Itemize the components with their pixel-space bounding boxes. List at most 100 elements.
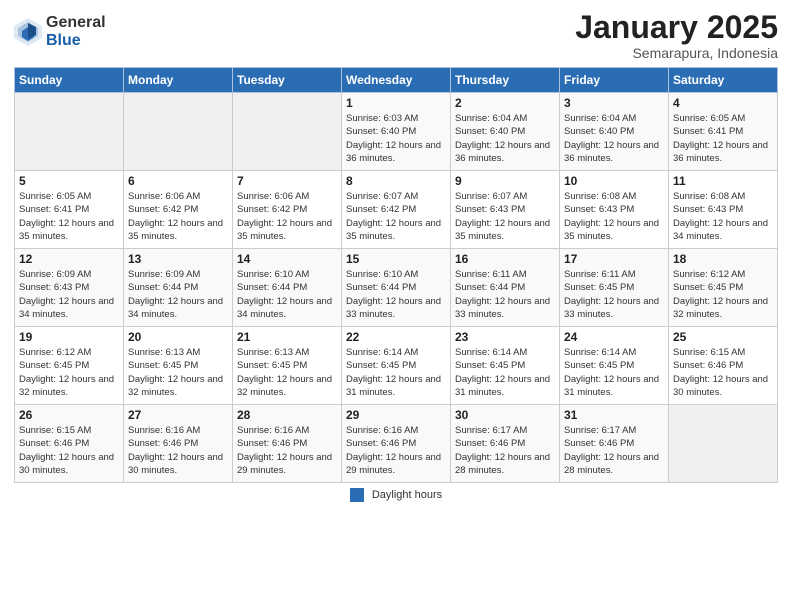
day-cell: 14Sunrise: 6:10 AM Sunset: 6:44 PM Dayli…: [233, 249, 342, 327]
day-cell: 22 Sunrise: 6:14 AM Sunset: 6:45 PM Dayli…: [342, 327, 451, 405]
day-number: 15: [346, 252, 446, 266]
top-area: General Blue January 2025 Semarapura, In…: [14, 10, 778, 61]
day-number: 1: [346, 96, 446, 110]
day-number: 29: [346, 408, 446, 422]
day-cell: 16Sunrise: 6:11 AM Sunset: 6:44 PM Dayli…: [451, 249, 560, 327]
day-cell: 20 Sunrise: 6:13 AM Sunset: 6:45 PM Dayli…: [124, 327, 233, 405]
day-info: Sunrise: 6:11 AM Sunset: 6:44 PM Dayligh…: [455, 268, 555, 321]
week-row-4: 26 Sunrise: 6:15 AM Sunset: 6:46 PM Dayli…: [15, 405, 778, 483]
title-area: January 2025 Semarapura, Indonesia: [575, 10, 778, 61]
week-row-1: 5 Sunrise: 6:05 AM Sunset: 6:41 PM Daylig…: [15, 171, 778, 249]
day-number: 8: [346, 174, 446, 188]
day-number: 22: [346, 330, 446, 344]
day-number: 13: [128, 252, 228, 266]
day-cell: 5 Sunrise: 6:05 AM Sunset: 6:41 PM Daylig…: [15, 171, 124, 249]
day-info: Sunrise: 6:14 AM Sunset: 6:45 PM Dayligh…: [346, 346, 446, 399]
day-number: 20: [128, 330, 228, 344]
week-row-0: 1 Sunrise: 6:03 AM Sunset: 6:40 PM Daylig…: [15, 93, 778, 171]
day-info: Sunrise: 6:15 AM Sunset: 6:46 PM Dayligh…: [673, 346, 773, 399]
logo-blue-text: Blue: [46, 32, 106, 50]
day-number: 7: [237, 174, 337, 188]
month-title: January 2025: [575, 10, 778, 45]
day-info: Sunrise: 6:08 AM Sunset: 6:43 PM Dayligh…: [564, 190, 664, 243]
day-info: Sunrise: 6:17 AM Sunset: 6:46 PM Dayligh…: [564, 424, 664, 477]
day-info: Sunrise: 6:14 AM Sunset: 6:45 PM Dayligh…: [455, 346, 555, 399]
logo-general-text: General: [46, 14, 106, 32]
day-cell: 2 Sunrise: 6:04 AM Sunset: 6:40 PM Daylig…: [451, 93, 560, 171]
day-cell: 30Sunrise: 6:17 AM Sunset: 6:46 PM Dayli…: [451, 405, 560, 483]
day-info: Sunrise: 6:11 AM Sunset: 6:45 PM Dayligh…: [564, 268, 664, 321]
day-info: Sunrise: 6:16 AM Sunset: 6:46 PM Dayligh…: [346, 424, 446, 477]
day-number: 11: [673, 174, 773, 188]
day-info: Sunrise: 6:05 AM Sunset: 6:41 PM Dayligh…: [19, 190, 119, 243]
day-info: Sunrise: 6:03 AM Sunset: 6:40 PM Dayligh…: [346, 112, 446, 165]
day-number: 5: [19, 174, 119, 188]
day-cell: 17 Sunrise: 6:11 AM Sunset: 6:45 PM Dayli…: [560, 249, 669, 327]
day-cell: 11 Sunrise: 6:08 AM Sunset: 6:43 PM Dayli…: [669, 171, 778, 249]
day-cell: 8 Sunrise: 6:07 AM Sunset: 6:42 PM Daylig…: [342, 171, 451, 249]
day-number: 12: [19, 252, 119, 266]
header-row: SundayMondayTuesdayWednesdayThursdayFrid…: [15, 68, 778, 93]
day-info: Sunrise: 6:04 AM Sunset: 6:40 PM Dayligh…: [455, 112, 555, 165]
day-number: 28: [237, 408, 337, 422]
day-info: Sunrise: 6:07 AM Sunset: 6:42 PM Dayligh…: [346, 190, 446, 243]
page: General Blue January 2025 Semarapura, In…: [0, 0, 792, 612]
day-cell: [669, 405, 778, 483]
day-info: Sunrise: 6:15 AM Sunset: 6:46 PM Dayligh…: [19, 424, 119, 477]
day-number: 4: [673, 96, 773, 110]
day-info: Sunrise: 6:06 AM Sunset: 6:42 PM Dayligh…: [237, 190, 337, 243]
day-cell: 13Sunrise: 6:09 AM Sunset: 6:44 PM Dayli…: [124, 249, 233, 327]
day-number: 19: [19, 330, 119, 344]
day-info: Sunrise: 6:08 AM Sunset: 6:43 PM Dayligh…: [673, 190, 773, 243]
day-number: 26: [19, 408, 119, 422]
day-info: Sunrise: 6:05 AM Sunset: 6:41 PM Dayligh…: [673, 112, 773, 165]
day-info: Sunrise: 6:13 AM Sunset: 6:45 PM Dayligh…: [128, 346, 228, 399]
calendar-table: SundayMondayTuesdayWednesdayThursdayFrid…: [14, 67, 778, 483]
day-cell: [124, 93, 233, 171]
day-number: 30: [455, 408, 555, 422]
day-number: 25: [673, 330, 773, 344]
day-info: Sunrise: 6:16 AM Sunset: 6:46 PM Dayligh…: [128, 424, 228, 477]
header-day-monday: Monday: [124, 68, 233, 93]
legend-text: Daylight hours: [372, 489, 442, 501]
footer: Daylight hours: [14, 488, 778, 502]
header-day-wednesday: Wednesday: [342, 68, 451, 93]
day-info: Sunrise: 6:09 AM Sunset: 6:43 PM Dayligh…: [19, 268, 119, 321]
day-number: 31: [564, 408, 664, 422]
day-number: 24: [564, 330, 664, 344]
day-cell: 26 Sunrise: 6:15 AM Sunset: 6:46 PM Dayli…: [15, 405, 124, 483]
day-number: 17: [564, 252, 664, 266]
header-day-friday: Friday: [560, 68, 669, 93]
day-number: 23: [455, 330, 555, 344]
day-cell: [233, 93, 342, 171]
day-number: 21: [237, 330, 337, 344]
day-cell: [15, 93, 124, 171]
day-cell: 24Sunrise: 6:14 AM Sunset: 6:45 PM Dayli…: [560, 327, 669, 405]
day-cell: 23 Sunrise: 6:14 AM Sunset: 6:45 PM Dayli…: [451, 327, 560, 405]
day-cell: 6 Sunrise: 6:06 AM Sunset: 6:42 PM Daylig…: [124, 171, 233, 249]
day-cell: 25 Sunrise: 6:15 AM Sunset: 6:46 PM Dayli…: [669, 327, 778, 405]
day-cell: 31 Sunrise: 6:17 AM Sunset: 6:46 PM Dayli…: [560, 405, 669, 483]
day-number: 3: [564, 96, 664, 110]
day-cell: 18 Sunrise: 6:12 AM Sunset: 6:45 PM Dayli…: [669, 249, 778, 327]
day-info: Sunrise: 6:04 AM Sunset: 6:40 PM Dayligh…: [564, 112, 664, 165]
location: Semarapura, Indonesia: [575, 45, 778, 61]
day-cell: 3 Sunrise: 6:04 AM Sunset: 6:40 PM Daylig…: [560, 93, 669, 171]
day-info: Sunrise: 6:06 AM Sunset: 6:42 PM Dayligh…: [128, 190, 228, 243]
day-cell: 19 Sunrise: 6:12 AM Sunset: 6:45 PM Dayli…: [15, 327, 124, 405]
day-cell: 4 Sunrise: 6:05 AM Sunset: 6:41 PM Daylig…: [669, 93, 778, 171]
day-info: Sunrise: 6:12 AM Sunset: 6:45 PM Dayligh…: [19, 346, 119, 399]
header-day-saturday: Saturday: [669, 68, 778, 93]
legend-box: [350, 488, 364, 502]
day-cell: 28 Sunrise: 6:16 AM Sunset: 6:46 PM Dayli…: [233, 405, 342, 483]
day-cell: 15 Sunrise: 6:10 AM Sunset: 6:44 PM Dayli…: [342, 249, 451, 327]
day-info: Sunrise: 6:10 AM Sunset: 6:44 PM Dayligh…: [346, 268, 446, 321]
day-number: 18: [673, 252, 773, 266]
logo: General Blue: [14, 14, 106, 49]
day-info: Sunrise: 6:16 AM Sunset: 6:46 PM Dayligh…: [237, 424, 337, 477]
day-cell: 12 Sunrise: 6:09 AM Sunset: 6:43 PM Dayli…: [15, 249, 124, 327]
day-info: Sunrise: 6:12 AM Sunset: 6:45 PM Dayligh…: [673, 268, 773, 321]
day-number: 2: [455, 96, 555, 110]
day-cell: 10Sunrise: 6:08 AM Sunset: 6:43 PM Dayli…: [560, 171, 669, 249]
day-number: 6: [128, 174, 228, 188]
